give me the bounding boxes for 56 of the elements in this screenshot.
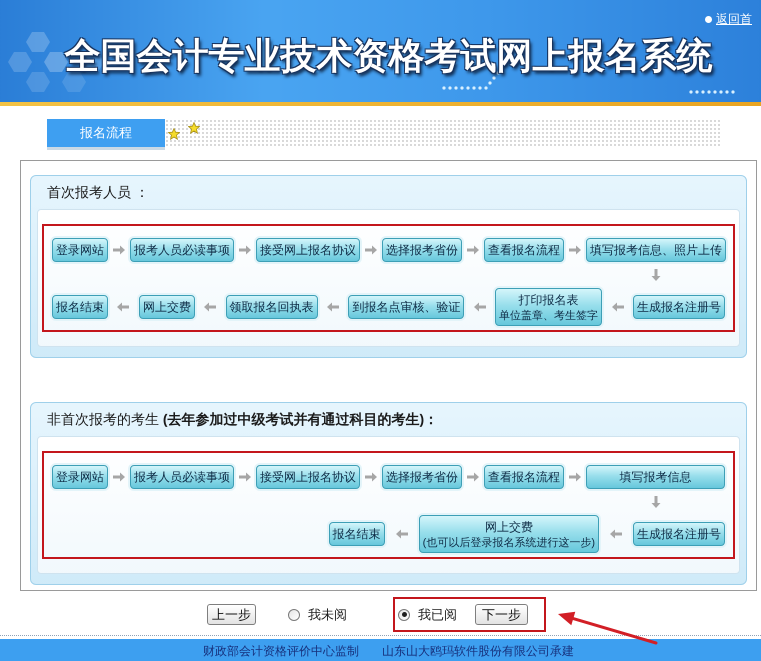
section-title: 首次报考人员 ： [47,183,149,202]
flow-step: 打印报名表 单位盖章、考生签字 [495,288,602,326]
bullet-icon [705,16,712,22]
flow-step: 填写报考信息、照片上传 [586,238,726,262]
radio-label: 我已阅 [418,606,457,624]
flow-step: 登录网站 [52,238,108,262]
arrow-left-icon [396,529,408,539]
home-link[interactable]: 返回首 [705,11,752,27]
arrow-left-icon [474,302,486,312]
radio-label: 我未阅 [308,606,347,624]
arrow-right-icon [113,245,125,255]
flow-step: 生成报名注册号 [633,295,725,319]
flow-step: 报考人员必读事项 [130,465,234,489]
site-title: 全国会计专业技术资格考试网上报名系统 [64,34,712,78]
arrow-right-icon [239,472,251,482]
dot-pattern-drawing [688,89,736,95]
flow-step: 选择报考省份 [382,238,462,262]
footer-text: 财政部会计资格评价中心监制 [203,642,359,660]
star-icon [168,128,180,140]
arrow-left-icon [204,302,216,312]
arrow-right-icon [467,245,479,255]
next-button[interactable]: 下一步 [475,604,528,625]
flow-step: 填写报考信息 [586,465,725,489]
arrow-right-icon [467,472,479,482]
flow-step: 接受网上报名协议 [256,238,360,262]
arrow-left-icon [327,302,339,312]
flow-step: 登录网站 [52,465,108,489]
flow-step: 报名结束 [328,522,385,546]
arrow-right-icon [569,472,581,482]
flow-step: 查看报名流程 [484,465,564,489]
radio-button[interactable] [288,608,300,620]
flow-step: 网上交费 (也可以后登录报名系统进行这一步) [418,515,599,553]
flow-step: 到报名点审核、验证 [348,295,464,319]
arrow-right-icon [113,472,125,482]
flow-step: 报考人员必读事项 [130,238,234,262]
flow-step: 生成报名注册号 [633,522,725,546]
section-title: 非首次报考的考生 (去年参加过中级考试并有通过科目的考生)： [47,410,438,429]
flow-step: 领取报名回执表 [226,295,318,319]
arrow-down-icon [651,496,661,508]
previous-button[interactable]: 上一步 [207,604,256,625]
arrow-left-icon [117,302,130,312]
arrow-left-icon [612,302,624,312]
arrow-right-icon [365,472,377,482]
flow-step: 报名结束 [52,295,108,319]
footer-text: 山东山大鸥玛软件股份有限公司承建 [382,642,574,660]
flow-step: 接受网上报名协议 [256,465,360,489]
arrow-right-icon [569,245,581,255]
flow-step: 查看报名流程 [484,238,564,262]
arrow-right-icon [365,245,377,255]
radio-button[interactable] [398,608,410,620]
flow-step: 网上交费 [138,295,195,319]
star-icon [188,122,200,134]
arrow-right-icon [239,245,251,255]
arrow-down-icon [651,269,661,281]
arrow-left-icon [610,529,622,539]
flow-step: 选择报考省份 [382,465,462,489]
